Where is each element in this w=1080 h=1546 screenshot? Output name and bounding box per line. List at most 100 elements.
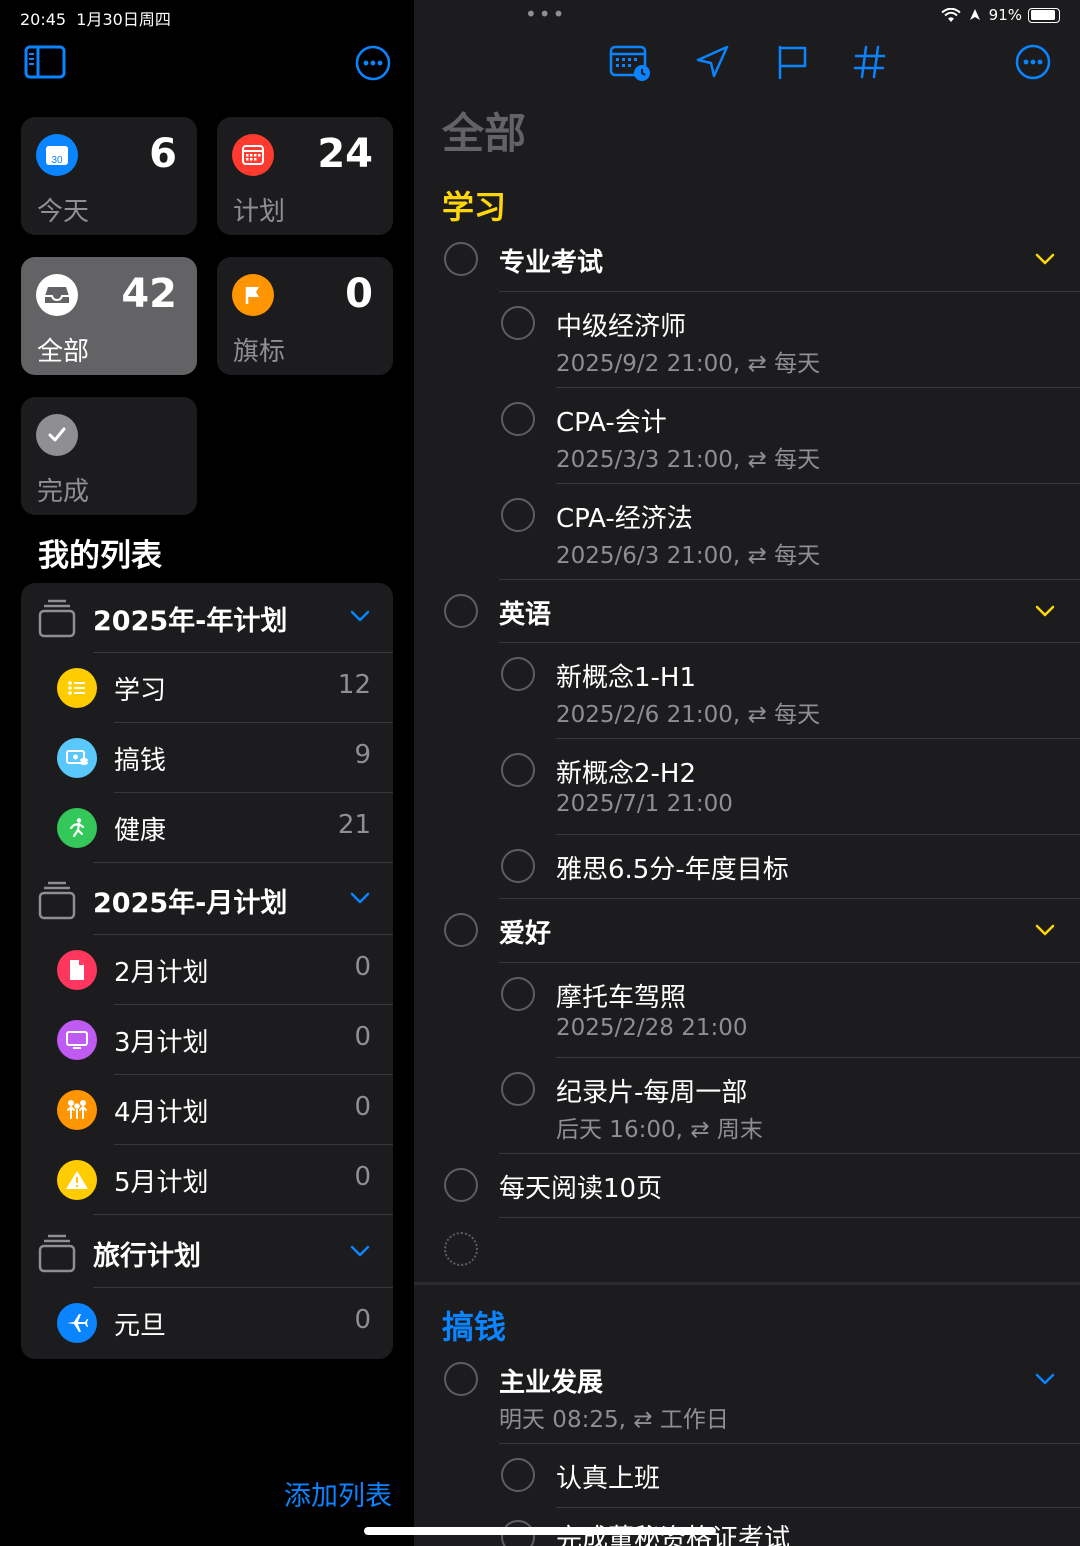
task-title: 摩托车驾照	[556, 983, 687, 1013]
list-item-mar[interactable]: 3月计划 0	[21, 1005, 393, 1075]
wifi-icon	[941, 7, 961, 22]
task-row[interactable]: 中级经济师 2025/9/2 21:00, ⇄ 每天	[414, 292, 1080, 388]
list-count: 0	[354, 1092, 371, 1122]
list-label: 元旦	[114, 1311, 167, 1341]
list-group-travel[interactable]: 旅行计划	[21, 1218, 393, 1288]
card-flagged[interactable]: 0 旗标	[217, 257, 393, 375]
task-row[interactable]: 纪录片-每周一部 后天 16:00, ⇄ 周末	[414, 1058, 1080, 1154]
airplane-icon	[57, 1303, 97, 1343]
task-row[interactable]: CPA-经济法 2025/6/3 21:00, ⇄ 每天	[414, 484, 1080, 580]
task-checkbox[interactable]	[501, 306, 535, 340]
task-checkbox[interactable]	[501, 402, 535, 436]
list-item-may[interactable]: 5月计划 0	[21, 1145, 393, 1215]
task-checkbox[interactable]	[501, 977, 535, 1011]
task-group-row[interactable]: 主业发展 明天 08:25, ⇄ 工作日	[414, 1348, 1080, 1444]
card-label: 计划	[233, 197, 286, 227]
card-scheduled[interactable]: 24 计划	[217, 117, 393, 235]
task-row[interactable]: 每天阅读10页	[414, 1154, 1080, 1218]
task-title: 雅思6.5分-年度目标	[556, 855, 789, 885]
chevron-down-icon[interactable]	[349, 887, 371, 913]
list-label: 3月计划	[114, 1028, 209, 1058]
chevron-down-icon[interactable]	[1034, 248, 1056, 274]
chevron-down-icon[interactable]	[349, 605, 371, 631]
flag-icon	[232, 274, 274, 316]
task-row[interactable]: 认真上班	[414, 1444, 1080, 1508]
card-all[interactable]: 42 全部	[21, 257, 197, 375]
list-item-health[interactable]: 健康 21	[21, 793, 393, 863]
stack-icon	[37, 599, 77, 643]
list-count: 0	[354, 1022, 371, 1052]
task-subtitle: 2025/2/6 21:00, ⇄ 每天	[556, 702, 821, 728]
hashtag-icon[interactable]	[850, 42, 890, 82]
main-pane: ••• 91% 全部 学习 专业考试 中级经济师 2025/9/2 21:00,…	[414, 0, 1080, 1546]
list-group-month[interactable]: 2025年-月计划	[21, 865, 393, 935]
task-group-row[interactable]: 爱好	[414, 899, 1080, 963]
section-divider	[414, 1282, 1080, 1285]
card-count: 24	[317, 131, 373, 177]
card-completed[interactable]: 完成	[21, 397, 197, 515]
task-checkbox[interactable]	[501, 753, 535, 787]
task-group-row[interactable]: 英语	[414, 580, 1080, 643]
home-indicator[interactable]	[364, 1527, 716, 1535]
list-item-feb[interactable]: 2月计划 0	[21, 935, 393, 1005]
task-checkbox[interactable]	[444, 1362, 478, 1396]
card-count: 42	[121, 271, 177, 317]
task-title: 认真上班	[556, 1464, 661, 1494]
repeat-icon: ⇄	[690, 1117, 710, 1143]
location-arrow-icon[interactable]	[692, 42, 732, 82]
task-row[interactable]: 雅思6.5分-年度目标	[414, 835, 1080, 899]
card-label: 旗标	[233, 337, 286, 367]
task-checkbox[interactable]	[444, 1168, 478, 1202]
task-checkbox[interactable]	[444, 242, 478, 276]
list-item-newyear[interactable]: 元旦 0	[21, 1288, 393, 1358]
task-row[interactable]: 新概念1-H1 2025/2/6 21:00, ⇄ 每天	[414, 643, 1080, 739]
flag-outline-icon[interactable]	[772, 42, 812, 82]
task-subtitle: 2025/3/3 21:00, ⇄ 每天	[556, 447, 821, 473]
card-label: 完成	[37, 477, 90, 507]
task-checkbox[interactable]	[501, 498, 535, 532]
task-checkbox[interactable]	[501, 657, 535, 691]
chevron-down-icon[interactable]	[349, 1240, 371, 1266]
card-count: 0	[345, 271, 373, 317]
task-group-row[interactable]: 专业考试	[414, 228, 1080, 292]
repeat-icon: ⇄	[747, 702, 767, 728]
sidebar: 20:45 1月30日周四 30 6 今天 24 计划 42 全部 0 旗标 完…	[0, 0, 414, 1546]
card-today[interactable]: 30 6 今天	[21, 117, 197, 235]
calendar-view-icon[interactable]	[608, 42, 654, 84]
list-label: 学习	[114, 676, 167, 706]
add-list-button[interactable]: 添加列表	[284, 1474, 392, 1513]
task-checkbox[interactable]	[501, 849, 535, 883]
list-label: 2月计划	[114, 958, 209, 988]
list-group-year[interactable]: 2025年-年计划	[21, 583, 393, 653]
chevron-down-icon[interactable]	[1034, 1368, 1056, 1394]
list-item-money[interactable]: 搞钱 9	[21, 723, 393, 793]
chevron-down-icon[interactable]	[1034, 600, 1056, 626]
task-checkbox[interactable]	[501, 1458, 535, 1492]
list-count: 0	[354, 1305, 371, 1335]
task-checkbox[interactable]	[444, 594, 478, 628]
calendar-grid-icon	[232, 134, 274, 176]
running-icon	[57, 808, 97, 848]
task-checkbox[interactable]	[501, 1072, 535, 1106]
battery-icon	[1028, 7, 1060, 23]
task-title: 英语	[499, 600, 552, 630]
status-right: 91%	[941, 6, 1060, 24]
task-title: 主业发展	[499, 1368, 604, 1398]
task-checkbox[interactable]	[444, 913, 478, 947]
warning-icon	[57, 1160, 97, 1200]
multitasking-dots[interactable]: •••	[525, 2, 566, 26]
list-item-apr[interactable]: 4月计划 0	[21, 1075, 393, 1145]
page-title: 全部	[442, 109, 527, 158]
sidebar-toggle-icon[interactable]	[24, 44, 66, 80]
task-row[interactable]: 新概念2-H2 2025/7/1 21:00	[414, 739, 1080, 835]
new-task-placeholder[interactable]	[444, 1232, 478, 1266]
repeat-icon: ⇄	[747, 351, 767, 377]
more-options-icon[interactable]	[354, 44, 392, 82]
list-count: 0	[354, 952, 371, 982]
card-label: 全部	[37, 337, 90, 367]
more-options-icon[interactable]	[1014, 42, 1052, 82]
chevron-down-icon[interactable]	[1034, 919, 1056, 945]
task-row[interactable]: 摩托车驾照 2025/2/28 21:00	[414, 963, 1080, 1058]
task-row[interactable]: CPA-会计 2025/3/3 21:00, ⇄ 每天	[414, 388, 1080, 484]
list-item-study[interactable]: 学习 12	[21, 653, 393, 723]
